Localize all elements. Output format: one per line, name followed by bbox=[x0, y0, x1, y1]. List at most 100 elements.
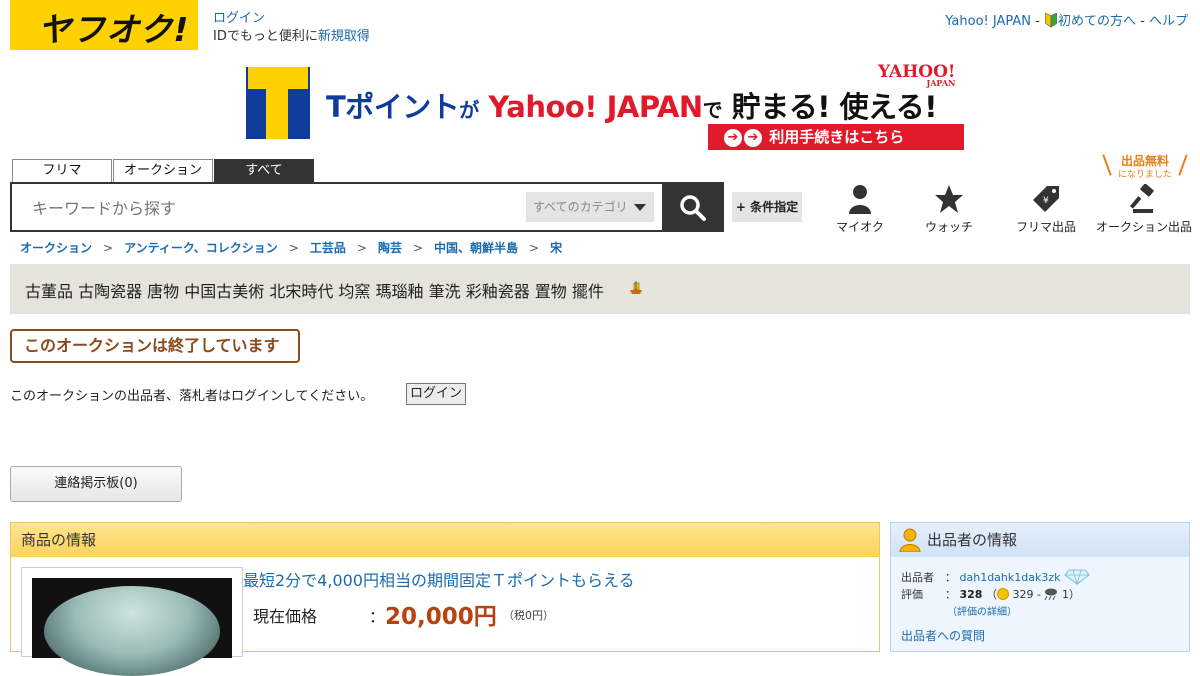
arrow-right-icon: ➔ bbox=[744, 129, 762, 147]
seller-label: 出品者 bbox=[901, 571, 934, 584]
yahoo-japan-link[interactable]: Yahoo! JAPAN bbox=[945, 14, 1031, 29]
search-tabs: フリマ オークション すべて bbox=[12, 159, 315, 183]
nav-watch[interactable]: ウォッチ bbox=[899, 180, 999, 235]
login-promo-text: IDでもっと便利に bbox=[213, 29, 318, 44]
free-listing-badge: 出品無料 になりました bbox=[1102, 152, 1188, 180]
banner-yahoo-logo: YAHOO! JAPAN bbox=[878, 62, 955, 88]
rating-detail-link[interactable]: （評価の詳細） bbox=[947, 607, 1017, 618]
banner-button-label: 利用手続きはこちら bbox=[769, 128, 905, 146]
item-title-band: 古董品 古陶瓷器 唐物 中国古美術 北宋時代 均窯 瑪瑙釉 筆洗 彩釉瓷器 置物… bbox=[10, 264, 1190, 314]
nav-auction-listing[interactable]: オークション出品 bbox=[1094, 180, 1194, 235]
bad-rating-rain-icon bbox=[1045, 588, 1058, 601]
star-icon bbox=[935, 185, 963, 213]
nav-auction-listing-label: オークション出品 bbox=[1095, 220, 1192, 234]
banner-headline: Tポイントが Yahoo! JAPANで 貯まる! 使える! bbox=[326, 84, 937, 126]
rating-detail-row: （評価の詳細） bbox=[947, 603, 1017, 618]
good-rating-sun-icon bbox=[996, 588, 1009, 600]
nav-my-auction-label: マイオク bbox=[836, 220, 884, 234]
gavel-icon bbox=[1129, 184, 1154, 213]
caret-down-icon bbox=[634, 204, 646, 211]
nav-flea-market-listing-label: フリマ出品 bbox=[1015, 220, 1076, 234]
item-image-frame[interactable] bbox=[21, 567, 243, 676]
banner-ga-text: が bbox=[459, 98, 479, 122]
breadcrumb-ceramics[interactable]: 陶芸 bbox=[378, 241, 402, 255]
beginner-mark-icon bbox=[1045, 13, 1057, 28]
breadcrumb-separator: > bbox=[412, 241, 424, 255]
breadcrumb-antique[interactable]: アンティーク、コレクション bbox=[124, 241, 278, 255]
category-select[interactable]: すべてのカテゴリ bbox=[526, 192, 654, 222]
seller-colon: ： bbox=[945, 571, 956, 584]
svg-text:¥: ¥ bbox=[1043, 196, 1049, 206]
banner-yahoo-text: Yahoo! JAPAN bbox=[488, 90, 703, 124]
rating-dash: - bbox=[1036, 588, 1041, 601]
category-select-label: すべてのカテゴリ bbox=[533, 200, 628, 214]
item-photo bbox=[32, 578, 232, 676]
breadcrumb-crafts[interactable]: 工芸品 bbox=[310, 241, 346, 255]
rating-total: 328 bbox=[959, 588, 983, 601]
banner-tpoint-text: Tポイント bbox=[326, 90, 460, 124]
rating-bad: 1 bbox=[1061, 588, 1069, 601]
rating-colon: ： bbox=[945, 588, 956, 601]
top-link-separator: - bbox=[1035, 14, 1040, 29]
price-colon: ： bbox=[369, 607, 386, 626]
search-icon bbox=[680, 195, 706, 221]
price-tag-icon: ¥ bbox=[1033, 186, 1059, 212]
ship-icon bbox=[630, 281, 642, 294]
item-info-header: 商品の情報 bbox=[11, 523, 879, 557]
page-title: 古董品 古陶瓷器 唐物 中国古美術 北宋時代 均窯 瑪瑙釉 筆洗 彩釉瓷器 置物… bbox=[25, 282, 604, 301]
logo-text: ヤフオク! bbox=[38, 10, 190, 49]
yahuoku-logo[interactable]: ヤフオク! bbox=[10, 0, 198, 50]
breadcrumb-separator: > bbox=[288, 241, 299, 255]
login-button[interactable]: ログイン bbox=[406, 383, 466, 405]
tab-auction[interactable]: オークション bbox=[113, 159, 213, 183]
item-info-panel: 商品の情報 最短2分で4,000円相当の期間固定Ｔポイントもらえる 現在価格 ：… bbox=[10, 522, 880, 676]
breadcrumb-song[interactable]: 宋 bbox=[550, 241, 562, 255]
top-links: Yahoo! JAPAN - 初めての方へ - ヘルプ bbox=[945, 10, 1188, 29]
rating-paren-open: （ bbox=[985, 588, 997, 601]
help-link[interactable]: ヘルプ bbox=[1149, 14, 1188, 29]
breadcrumb-separator: > bbox=[103, 241, 114, 255]
seller-info-title: 出品者の情報 bbox=[927, 531, 1018, 549]
rating-good: 329 bbox=[1012, 588, 1034, 601]
diamond-icon bbox=[1064, 569, 1090, 585]
auction-ended-notice: このオークションは終了しています bbox=[10, 329, 300, 363]
arrow-right-icon: ➔ bbox=[724, 129, 742, 147]
login-link[interactable]: ログイン bbox=[213, 11, 265, 26]
search-button[interactable] bbox=[662, 182, 724, 232]
breadcrumb-separator: > bbox=[356, 241, 367, 255]
seller-rating-row: 評価 ： 328 （ 329 - 1） bbox=[901, 586, 1080, 602]
seller-info-header: 出品者の情報 bbox=[891, 523, 1189, 557]
seller-person-icon bbox=[899, 528, 921, 552]
search-input[interactable] bbox=[32, 196, 512, 220]
nav-flea-market-listing[interactable]: ¥ フリマ出品 bbox=[996, 180, 1096, 235]
condition-button[interactable]: + 条件指定 bbox=[732, 192, 802, 222]
banner-signup-button[interactable]: ➔ ➔ 利用手続きはこちら bbox=[708, 124, 964, 150]
nav-watch-label: ウォッチ bbox=[924, 220, 973, 234]
tab-all[interactable]: すべて bbox=[214, 159, 314, 183]
tab-flea-market[interactable]: フリマ bbox=[12, 159, 112, 183]
tpoint-logo-icon bbox=[246, 67, 310, 139]
tpoint-banner[interactable]: Tポイントが Yahoo! JAPANで 貯まる! 使える! YAHOO! JA… bbox=[246, 62, 966, 152]
rating-paren-close: ） bbox=[1068, 588, 1080, 601]
signup-link[interactable]: 新規取得 bbox=[318, 29, 370, 44]
tpoint-promo-link[interactable]: 最短2分で4,000円相当の期間固定Ｔポイントもらえる bbox=[243, 567, 635, 591]
breadcrumb-auction[interactable]: オークション bbox=[20, 241, 92, 255]
breadcrumb: オークション > アンティーク、コレクション > 工芸品 > 陶芸 > 中国、朝鮮半島 > 宋 bbox=[20, 239, 562, 256]
seller-info-panel: 出品者の情報 出品者 ： dah1dahk1dak3zk 評価 ： 328 （ 32… bbox=[890, 522, 1190, 652]
breadcrumb-china-korea[interactable]: 中国、朝鮮半島 bbox=[434, 241, 518, 255]
price-label: 現在価格 bbox=[253, 607, 318, 626]
login-message: このオークションの出品者、落札者はログインしてください。 bbox=[10, 389, 374, 404]
seller-id-link[interactable]: dah1dahk1dak3zk bbox=[960, 571, 1061, 584]
nav-my-auction[interactable]: マイオク bbox=[810, 180, 910, 235]
tax-amount: （税0円） bbox=[503, 609, 554, 622]
banner-de-text: で bbox=[702, 98, 723, 122]
breadcrumb-separator: > bbox=[529, 241, 540, 255]
banner-tamaru-text: 貯まる! 使える! bbox=[731, 90, 938, 124]
message-board-button[interactable]: 連絡掲示板(0) bbox=[10, 466, 182, 502]
current-price: 20,000円 bbox=[385, 604, 497, 630]
search-box: すべてのカテゴリ bbox=[10, 182, 664, 232]
login-box: ログイン IDでもっと便利に新規取得 bbox=[213, 10, 370, 46]
rating-label: 評価 bbox=[901, 588, 923, 601]
price-row: 現在価格 ： 20,000円 （税0円） bbox=[253, 599, 893, 630]
beginners-link[interactable]: 初めての方へ bbox=[1058, 14, 1136, 29]
